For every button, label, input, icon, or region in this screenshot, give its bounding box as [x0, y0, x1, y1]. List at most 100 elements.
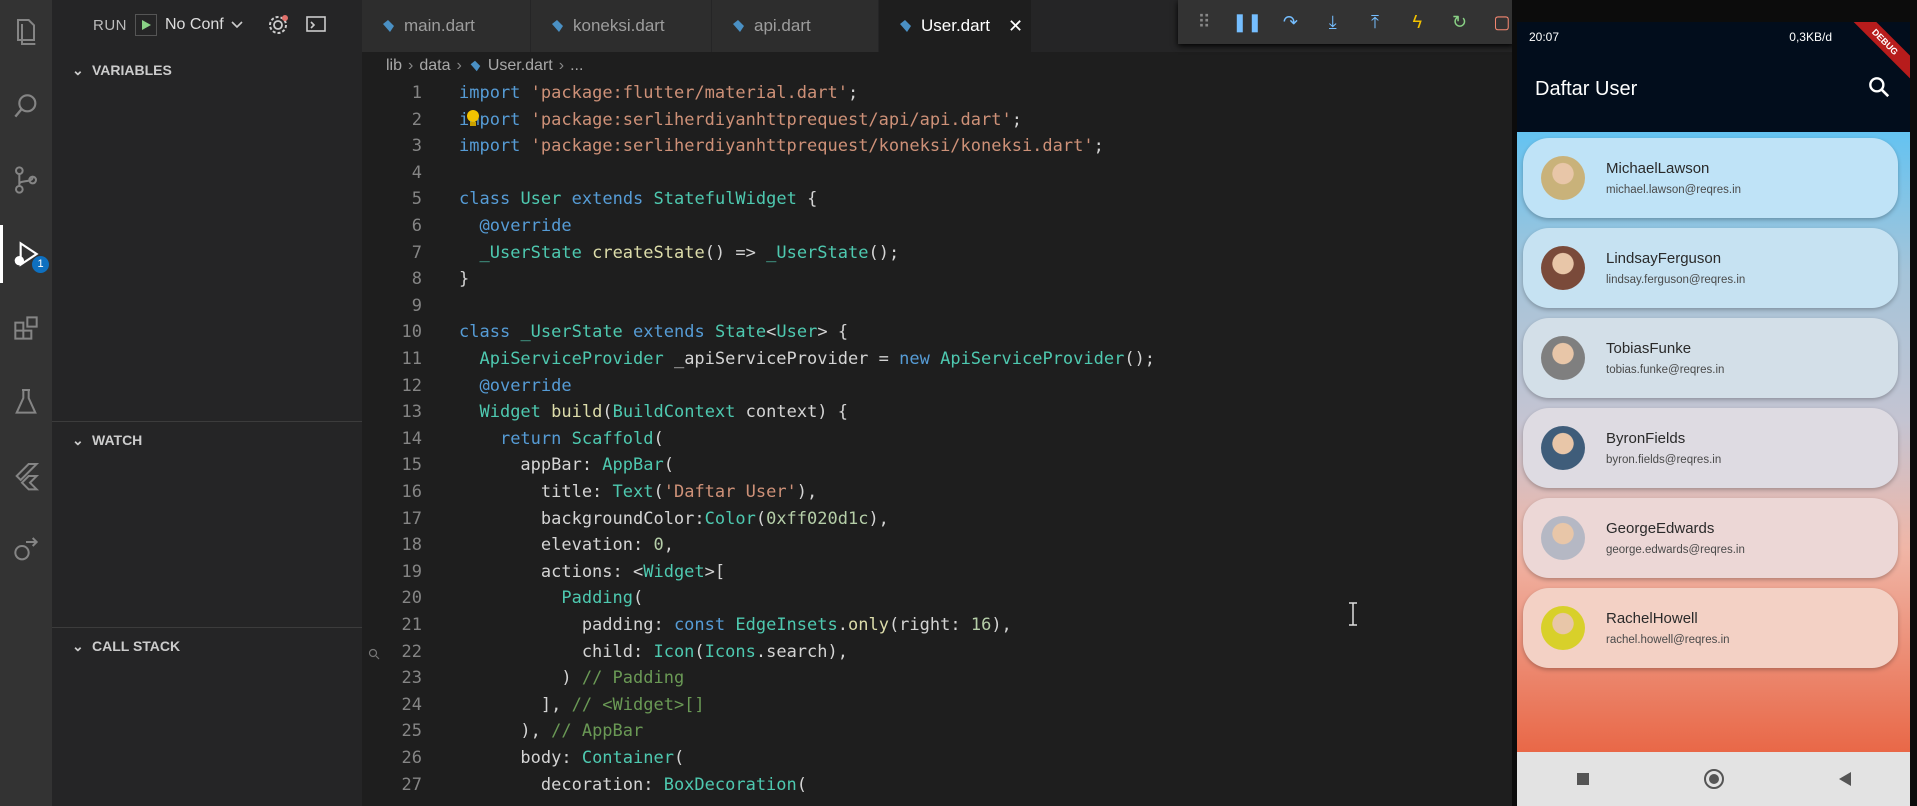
- code-line: 11 ApiServiceProvider _apiServiceProvide…: [362, 346, 1512, 373]
- code-line: 14 return Scaffold(: [362, 426, 1512, 453]
- activity-bar: 1: [0, 0, 52, 806]
- call-stack-section-header[interactable]: ⌄ CALL STACK: [52, 634, 362, 658]
- watch-section-header[interactable]: ⌄ WATCH: [52, 428, 362, 452]
- run-label: RUN: [93, 16, 127, 34]
- code-line: 23 ) // Padding: [362, 665, 1512, 692]
- lightbulb-icon[interactable]: [464, 108, 482, 128]
- tab-user-dart[interactable]: User.dart ✕: [879, 0, 1031, 52]
- user-card[interactable]: MichaelLawson michael.lawson@reqres.in: [1523, 138, 1898, 218]
- code-line: 18 elevation: 0,: [362, 532, 1512, 559]
- user-card[interactable]: ByronFields byron.fields@reqres.in: [1523, 408, 1898, 488]
- variables-section-header[interactable]: ⌄ VARIABLES: [52, 58, 362, 82]
- hot-reload-icon[interactable]: ϟ: [1405, 9, 1429, 35]
- code-line: 9: [362, 293, 1512, 320]
- gear-icon[interactable]: [266, 13, 290, 37]
- search-icon[interactable]: [1866, 74, 1892, 100]
- user-card[interactable]: GeorgeEdwards george.edwards@reqres.in: [1523, 498, 1898, 578]
- step-out-icon[interactable]: ⤒: [1363, 9, 1387, 35]
- avatar: [1541, 516, 1585, 560]
- dart-file-icon: [900, 20, 911, 32]
- user-card[interactable]: RachelHowell rachel.howell@reqres.in: [1523, 588, 1898, 668]
- flutter-icon[interactable]: [8, 458, 44, 494]
- tab-label: main.dart: [404, 16, 475, 35]
- line-number: 20: [401, 588, 422, 609]
- breadcrumb-more[interactable]: ...: [570, 57, 583, 75]
- step-into-icon[interactable]: ⤓: [1321, 9, 1345, 35]
- chevron-down-icon: ⌄: [72, 61, 84, 78]
- line-number: 19: [401, 561, 422, 582]
- debug-console-icon[interactable]: [304, 13, 328, 37]
- android-nav-bar: [1517, 752, 1910, 806]
- user-card[interactable]: TobiasFunke tobias.funke@reqres.in: [1523, 318, 1898, 398]
- code-text: padding: const EdgeInsets.only(right: 16…: [459, 615, 1012, 635]
- line-number: 27: [401, 774, 422, 795]
- tab-api-dart[interactable]: api.dart: [712, 0, 878, 52]
- user-name: RachelHowell: [1606, 610, 1698, 627]
- start-debugging-button[interactable]: [135, 14, 157, 36]
- breadcrumb-lib[interactable]: lib: [386, 57, 402, 75]
- code-text: appBar: AppBar(: [459, 455, 674, 476]
- source-control-icon[interactable]: [8, 162, 44, 198]
- line-number: 18: [401, 535, 422, 556]
- close-icon[interactable]: ✕: [1008, 16, 1023, 37]
- back-button[interactable]: [1833, 767, 1857, 791]
- user-email: george.edwards@reqres.in: [1606, 544, 1745, 556]
- tab-label: api.dart: [754, 16, 811, 35]
- breadcrumb-data[interactable]: data: [419, 57, 450, 75]
- breadcrumb-file[interactable]: User.dart: [488, 57, 553, 75]
- user-card[interactable]: LindsayFerguson lindsay.ferguson@reqres.i…: [1523, 228, 1898, 308]
- code-text: class _UserState extends State<User> {: [459, 322, 849, 343]
- code-line: 21 padding: const EdgeInsets.only(right:…: [362, 612, 1512, 639]
- code-line: 27 decoration: BoxDecoration(: [362, 772, 1512, 799]
- avatar: [1541, 606, 1585, 650]
- line-number: 8: [411, 269, 422, 290]
- run-toolbar: RUN No Conf: [52, 0, 362, 50]
- code-text: import 'package:serliherdiyanhttprequest…: [459, 109, 1022, 130]
- code-text: title: Text('Daftar User'),: [459, 482, 818, 502]
- user-email: lindsay.ferguson@reqres.in: [1606, 274, 1746, 286]
- code-text: Widget build(BuildContext context) {: [479, 402, 849, 423]
- code-line: 10 class _UserState extends State<User> {: [362, 319, 1512, 346]
- stop-icon[interactable]: ▢: [1490, 9, 1514, 35]
- divider: [52, 421, 362, 422]
- tab-label: User.dart: [921, 16, 990, 35]
- code-text: return Scaffold(: [499, 428, 664, 449]
- pause-icon[interactable]: ❚❚: [1232, 9, 1262, 35]
- tab-main-dart[interactable]: main.dart: [362, 0, 530, 52]
- step-over-icon[interactable]: ↷: [1278, 9, 1302, 35]
- status-time: 20:07: [1529, 30, 1560, 44]
- line-number: 7: [411, 242, 422, 263]
- tab-koneksi-dart[interactable]: koneksi.dart: [531, 0, 711, 52]
- line-number: 10: [401, 322, 422, 343]
- code-text: @override: [479, 216, 572, 236]
- testing-icon[interactable]: [8, 384, 44, 420]
- remote-share-icon[interactable]: [8, 532, 44, 568]
- breadcrumb: lib › data › User.dart › ...: [386, 56, 583, 76]
- chevron-right-icon: ›: [558, 57, 565, 74]
- circle-icon: [1703, 769, 1724, 789]
- app-bar: Daftar User: [1517, 52, 1910, 132]
- line-number: 4: [411, 162, 422, 183]
- line-number: 26: [401, 748, 422, 768]
- code-text: body: Container(: [459, 748, 685, 768]
- drag-handle-icon[interactable]: ⠿: [1192, 9, 1216, 35]
- recents-button[interactable]: [1571, 767, 1595, 791]
- code-text: ], // <Widget>[]: [459, 694, 705, 715]
- avatar: [1541, 246, 1585, 290]
- dart-file-icon: [552, 20, 563, 32]
- extensions-icon[interactable]: [8, 310, 44, 346]
- triangle-back-icon: [1838, 772, 1851, 786]
- avatar: [1541, 336, 1585, 380]
- restart-icon[interactable]: ↻: [1447, 9, 1471, 35]
- line-number: 17: [401, 508, 422, 529]
- line-number: 14: [401, 428, 422, 449]
- line-number: 11: [401, 349, 422, 369]
- search-icon[interactable]: [8, 88, 44, 124]
- explorer-icon[interactable]: [8, 14, 44, 50]
- home-button[interactable]: [1702, 767, 1726, 791]
- chevron-right-icon: ›: [408, 57, 414, 74]
- code-line: 19 actions: <Widget>[: [362, 559, 1512, 586]
- launch-config-select[interactable]: No Conf: [165, 16, 244, 34]
- code-line: 25 ), // AppBar: [362, 718, 1512, 745]
- chevron-down-icon: [231, 21, 243, 29]
